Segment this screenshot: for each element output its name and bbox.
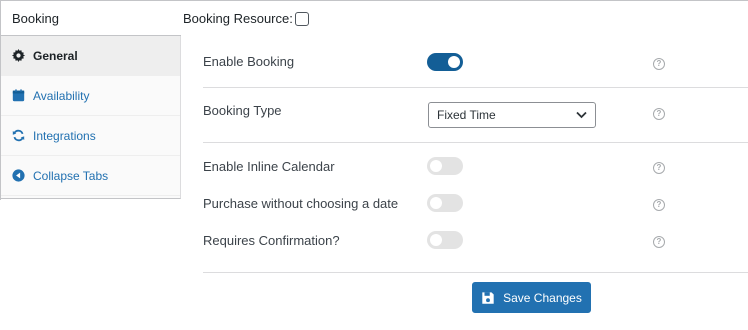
- tab-collapse[interactable]: Collapse Tabs: [1, 156, 180, 196]
- tab-label: Availability: [33, 88, 90, 103]
- booking-type-select[interactable]: Fixed Time: [428, 102, 596, 128]
- tab-label: General: [33, 48, 78, 63]
- help-icon[interactable]: ?: [653, 199, 665, 211]
- gear-icon: [11, 49, 25, 63]
- requires-confirmation-label: Requires Confirmation?: [203, 233, 340, 248]
- requires-confirmation-toggle[interactable]: [427, 231, 463, 249]
- tab-label: Integrations: [33, 128, 96, 143]
- sync-icon: [11, 129, 25, 143]
- save-changes-button[interactable]: Save Changes: [472, 282, 591, 313]
- tab-label: Collapse Tabs: [33, 168, 109, 183]
- tab-general[interactable]: General: [1, 36, 180, 76]
- section-divider: [203, 142, 748, 143]
- booking-resource-label: Booking Resource:: [183, 11, 293, 26]
- tab-integrations[interactable]: Integrations: [1, 116, 180, 156]
- booking-type-value: Fixed Time: [437, 108, 496, 122]
- purchase-without-date-label: Purchase without choosing a date: [203, 196, 399, 211]
- toggle-knob: [430, 234, 442, 246]
- enable-booking-label: Enable Booking: [203, 54, 295, 69]
- help-icon[interactable]: ?: [653, 162, 665, 174]
- booking-type-label: Booking Type: [203, 103, 282, 118]
- section-divider: [203, 87, 748, 88]
- toggle-knob: [430, 160, 442, 172]
- toggle-knob: [448, 56, 460, 68]
- collapse-left-icon: [11, 169, 25, 183]
- booking-resource: Booking Resource:: [183, 11, 309, 26]
- chevron-down-icon: [576, 111, 587, 119]
- calendar-icon: [11, 89, 25, 103]
- booking-tabs-sidebar: General Availability Integrations Collap…: [1, 36, 181, 199]
- purchase-without-date-toggle[interactable]: [427, 194, 463, 212]
- help-icon[interactable]: ?: [653, 236, 665, 248]
- tab-availability[interactable]: Availability: [1, 76, 180, 116]
- inline-calendar-toggle[interactable]: [427, 157, 463, 175]
- section-divider: [203, 272, 748, 273]
- enable-booking-toggle[interactable]: [427, 53, 463, 71]
- sidebar-title: Booking: [1, 1, 181, 36]
- help-icon[interactable]: ?: [653, 58, 665, 70]
- save-icon: [482, 291, 494, 304]
- toggle-knob: [430, 197, 442, 209]
- save-changes-label: Save Changes: [503, 290, 582, 305]
- inline-calendar-label: Enable Inline Calendar: [203, 159, 335, 174]
- booking-resource-checkbox[interactable]: [294, 11, 309, 26]
- help-icon[interactable]: ?: [653, 108, 665, 120]
